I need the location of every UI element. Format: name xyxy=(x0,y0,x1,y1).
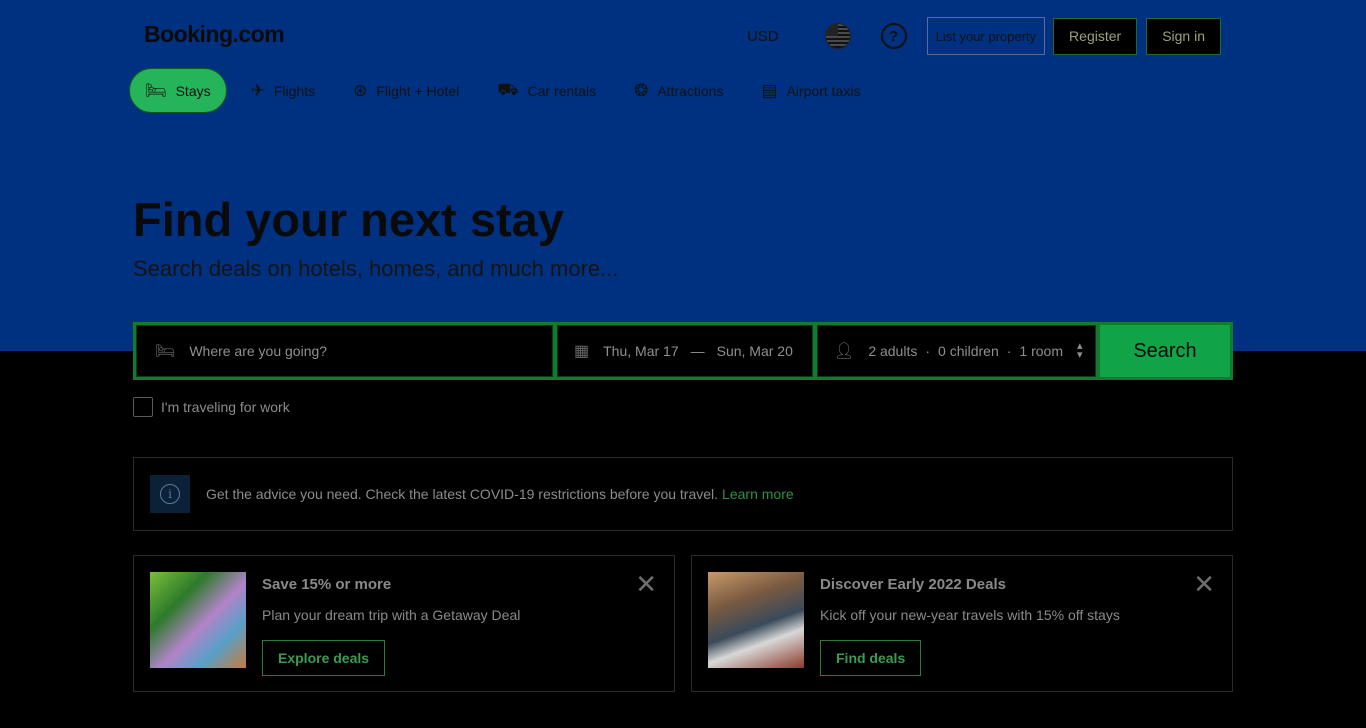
info-icon-box: i xyxy=(150,475,190,513)
header-actions: USD ? List your property Register Sign i… xyxy=(747,17,1221,55)
work-travel-label: I'm traveling for work xyxy=(161,399,290,415)
car-icon: ⛟ xyxy=(497,79,519,99)
nav-tab-car-rentals[interactable]: ⛟ Car rentals xyxy=(497,68,596,113)
currency-selector[interactable]: USD xyxy=(747,28,779,45)
children-count: 0 children xyxy=(938,343,999,359)
nav-tab-stays[interactable]: 🛏︎ Stays xyxy=(129,68,227,113)
bed-icon: 🛏︎ xyxy=(155,343,176,360)
date-separator: — xyxy=(690,343,705,359)
find-deals-button[interactable]: Find deals xyxy=(820,640,922,676)
learn-more-link[interactable]: Learn more xyxy=(722,486,794,502)
info-icon: i xyxy=(160,484,180,504)
promo-description: Plan your dream trip with a Getaway Deal xyxy=(262,607,521,623)
language-flag-icon[interactable] xyxy=(824,23,851,49)
promo-description: Kick off your new-year travels with 15% … xyxy=(820,607,1120,623)
nav-tab-attractions[interactable]: ❂ Attractions xyxy=(634,68,723,113)
promo-image xyxy=(150,572,246,668)
guests-selector[interactable]: 👤︎ 2 adults · 0 children · 1 room ▴ ▾ xyxy=(817,325,1096,377)
work-travel-option[interactable]: I'm traveling for work xyxy=(133,397,290,417)
promo-card-getaway: Save 15% or more Plan your dream trip wi… xyxy=(133,555,675,692)
promo-image xyxy=(708,572,804,668)
covid-advice-banner: i Get the advice you need. Check the lat… xyxy=(133,457,1233,531)
product-nav: 🛏︎ Stays ✈︎ Flights ⊛ Flight + Hotel ⛟ C… xyxy=(129,68,860,113)
nav-tab-flight-hotel[interactable]: ⊛ Flight + Hotel xyxy=(353,68,459,113)
nav-tab-flights[interactable]: ✈︎ Flights xyxy=(251,68,315,113)
alert-text: Get the advice you need. Check the lates… xyxy=(206,486,719,502)
work-travel-checkbox[interactable] xyxy=(133,397,153,417)
sign-in-button[interactable]: Sign in xyxy=(1146,17,1221,55)
promo-card-early-2022: Discover Early 2022 Deals Kick off your … xyxy=(691,555,1233,692)
search-bar: 🛏︎ Where are you going? ▦ Thu, Mar 17 — … xyxy=(133,322,1233,380)
plane-icon: ✈︎ xyxy=(250,80,265,100)
calendar-icon: ▦ xyxy=(574,343,590,360)
check-in-date: Thu, Mar 17 xyxy=(603,343,679,359)
close-icon[interactable]: ✕ xyxy=(1193,571,1215,597)
destination-placeholder: Where are you going? xyxy=(189,343,328,359)
check-out-date: Sun, Mar 20 xyxy=(716,343,793,359)
search-button[interactable]: Search xyxy=(1100,325,1230,377)
close-icon[interactable]: ✕ xyxy=(635,571,657,597)
booking-logo[interactable]: Booking.com xyxy=(144,21,285,48)
nav-tab-label: Flight + Hotel xyxy=(376,82,460,99)
nav-tab-label: Stays xyxy=(175,82,211,99)
nav-tab-label: Attractions xyxy=(657,82,724,99)
alert-message: Get the advice you need. Check the lates… xyxy=(206,486,794,502)
nav-tab-label: Car rentals xyxy=(527,82,597,99)
destination-input[interactable]: 🛏︎ Where are you going? xyxy=(136,325,553,377)
promo-title: Discover Early 2022 Deals xyxy=(820,576,1006,593)
page-title: Find your next stay xyxy=(133,193,564,246)
guests-separator: · xyxy=(1006,343,1012,359)
register-button[interactable]: Register xyxy=(1053,17,1138,55)
person-icon: 👤︎ xyxy=(834,343,855,360)
list-property-button[interactable]: List your property xyxy=(926,17,1046,55)
bed-icon: 🛏︎ xyxy=(145,80,167,100)
help-icon[interactable]: ? xyxy=(880,23,907,49)
attractions-icon: ❂ xyxy=(634,80,649,100)
rooms-count: 1 room xyxy=(1019,343,1063,359)
nav-tab-label: Flights xyxy=(273,82,316,99)
flight-hotel-icon: ⊛ xyxy=(353,80,368,100)
promo-title: Save 15% or more xyxy=(262,576,392,593)
up-down-chevron-icon: ▴ ▾ xyxy=(1076,340,1083,361)
page-subtitle: Search deals on hotels, homes, and much … xyxy=(133,256,619,281)
taxi-icon: ▤ xyxy=(761,80,778,100)
adults-count: 2 adults xyxy=(868,343,918,359)
guests-separator: · xyxy=(925,343,931,359)
explore-deals-button[interactable]: Explore deals xyxy=(262,640,386,676)
nav-tab-label: Airport taxis xyxy=(786,82,861,99)
date-picker[interactable]: ▦ Thu, Mar 17 — Sun, Mar 20 xyxy=(557,325,813,377)
nav-tab-airport-taxis[interactable]: ▤ Airport taxis xyxy=(761,68,860,113)
